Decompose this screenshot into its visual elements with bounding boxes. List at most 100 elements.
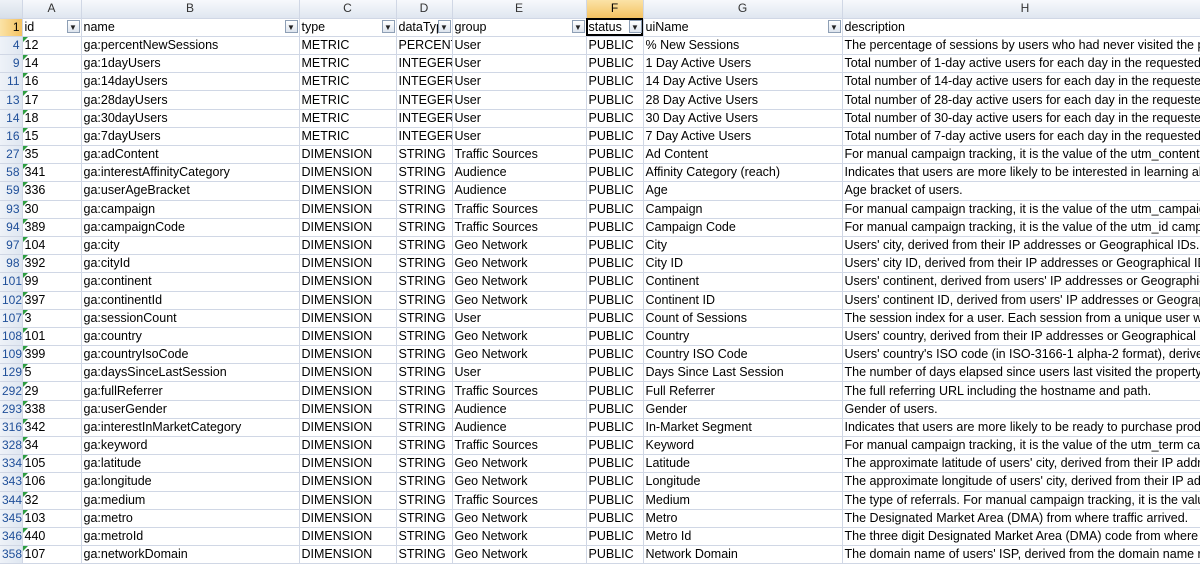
cell-status[interactable]: PUBLIC [586,236,644,256]
column-header-b[interactable]: B [81,0,300,19]
cell-uiname[interactable]: 14 Day Active Users [643,72,843,92]
column-header-f[interactable]: F [586,0,644,19]
cell-uiname[interactable]: Continent ID [643,291,843,310]
cell-type[interactable]: DIMENSION [299,145,397,165]
cell-name[interactable]: ga:daysSinceLastSession [81,363,300,383]
cell-name[interactable]: ga:30dayUsers [81,109,300,128]
cell-group[interactable]: Traffic Sources [452,218,587,237]
column-header-a[interactable]: A [22,0,82,19]
cell-description[interactable]: The three digit Designated Market Area (… [842,527,1200,547]
cell-group[interactable]: Traffic Sources [452,145,587,165]
cell-type[interactable]: DIMENSION [299,163,397,183]
cell-id[interactable]: 392 [22,254,82,274]
cell-uiname[interactable]: In-Market Segment [643,418,843,438]
cell-datatype[interactable]: INTEGER [396,109,453,128]
cell-group[interactable]: User [452,309,587,328]
cell-datatype[interactable]: STRING [396,509,453,528]
cell-id[interactable]: 106 [22,472,82,492]
cell-datatype[interactable]: INTEGER [396,90,453,110]
cell-uiname[interactable]: Country [643,327,843,347]
cell-status[interactable]: PUBLIC [586,54,644,74]
cell-uiname[interactable]: Network Domain [643,545,843,565]
cell-name[interactable]: ga:campaign [81,200,300,219]
filter-dropdown-icon[interactable]: ▼ [381,19,395,33]
cell-id[interactable]: 104 [22,236,82,256]
cell-description[interactable]: Total number of 30-day active users for … [842,109,1200,128]
cell-uiname[interactable]: Affinity Category (reach) [643,163,843,183]
cell-uiname[interactable]: 30 Day Active Users [643,109,843,128]
cell-type[interactable]: DIMENSION [299,345,397,365]
cell-type[interactable]: DIMENSION [299,418,397,438]
cell-type[interactable]: METRIC [299,90,397,110]
cell-datatype[interactable]: INTEGER [396,127,453,147]
cell-type[interactable]: DIMENSION [299,400,397,419]
header-cell-group[interactable]: group ▼ [452,18,587,37]
cell-datatype[interactable]: STRING [396,291,453,310]
cell-status[interactable]: PUBLIC [586,218,644,237]
cell-id[interactable]: 336 [22,181,82,201]
cell-group[interactable]: Geo Network [452,527,587,547]
cell-group[interactable]: User [452,90,587,110]
cell-id[interactable]: 105 [22,454,82,474]
select-all-corner[interactable] [0,0,23,19]
cell-uiname[interactable]: 7 Day Active Users [643,127,843,147]
cell-uiname[interactable]: 1 Day Active Users [643,54,843,74]
cell-datatype[interactable]: INTEGER [396,72,453,92]
cell-group[interactable]: Geo Network [452,545,587,565]
cell-status[interactable]: PUBLIC [586,454,644,474]
cell-type[interactable]: DIMENSION [299,509,397,528]
cell-datatype[interactable]: PERCENT [396,36,453,56]
row-header[interactable]: 102 [0,291,23,310]
cell-type[interactable]: DIMENSION [299,545,397,565]
column-header-c[interactable]: C [299,0,397,19]
cell-group[interactable]: User [452,54,587,74]
cell-name[interactable]: ga:metro [81,509,300,528]
cell-uiname[interactable]: City ID [643,254,843,274]
row-header[interactable]: 59 [0,181,23,201]
column-header-e[interactable]: E [452,0,587,19]
cell-name[interactable]: ga:keyword [81,436,300,456]
cell-uiname[interactable]: Days Since Last Session [643,363,843,383]
cell-datatype[interactable]: STRING [396,527,453,547]
cell-description[interactable]: The percentage of sessions by users who … [842,36,1200,56]
cell-description[interactable]: For manual campaign tracking, it is the … [842,200,1200,219]
cell-uiname[interactable]: Count of Sessions [643,309,843,328]
cell-id[interactable]: 30 [22,200,82,219]
cell-group[interactable]: User [452,36,587,56]
cell-datatype[interactable]: STRING [396,363,453,383]
cell-description[interactable]: Users' continent ID, derived from users'… [842,291,1200,310]
cell-group[interactable]: Geo Network [452,345,587,365]
cell-name[interactable]: ga:14dayUsers [81,72,300,92]
cell-description[interactable]: Users' city, derived from their IP addre… [842,236,1200,256]
row-header[interactable]: 292 [0,381,23,401]
row-header[interactable]: 107 [0,309,23,328]
cell-id[interactable]: 34 [22,436,82,456]
cell-description[interactable]: Total number of 1-day active users for e… [842,54,1200,74]
cell-id[interactable]: 5 [22,363,82,383]
cell-status[interactable]: PUBLIC [586,181,644,201]
cell-uiname[interactable]: Metro [643,509,843,528]
cell-type[interactable]: DIMENSION [299,491,397,510]
cell-description[interactable]: Users' city ID, derived from their IP ad… [842,254,1200,274]
cell-datatype[interactable]: STRING [396,491,453,510]
cell-name[interactable]: ga:country [81,327,300,347]
cell-status[interactable]: PUBLIC [586,272,644,292]
cell-datatype[interactable]: STRING [396,309,453,328]
cell-status[interactable]: PUBLIC [586,254,644,274]
cell-id[interactable]: 399 [22,345,82,365]
cell-id[interactable]: 103 [22,509,82,528]
header-cell-type[interactable]: type ▼ [299,18,397,37]
cell-status[interactable]: PUBLIC [586,36,644,56]
cell-description[interactable]: Total number of 7-day active users for e… [842,127,1200,147]
cell-status[interactable]: PUBLIC [586,145,644,165]
cell-type[interactable]: DIMENSION [299,381,397,401]
cell-uiname[interactable]: City [643,236,843,256]
row-header[interactable]: 334 [0,454,23,474]
cell-group[interactable]: Geo Network [452,254,587,274]
cell-status[interactable]: PUBLIC [586,491,644,510]
cell-name[interactable]: ga:userGender [81,400,300,419]
cell-uiname[interactable]: Metro Id [643,527,843,547]
row-header[interactable]: 344 [0,491,23,510]
row-header[interactable]: 293 [0,400,23,419]
cell-status[interactable]: PUBLIC [586,418,644,438]
